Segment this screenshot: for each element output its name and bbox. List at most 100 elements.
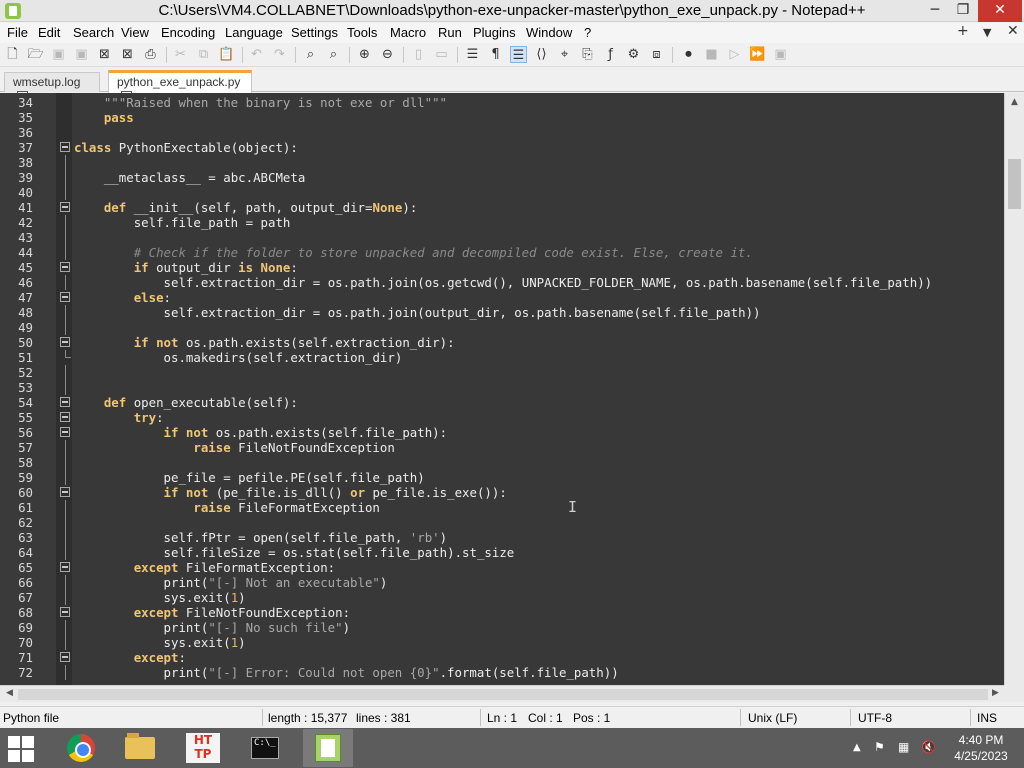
code-line[interactable]: 67 sys.exit(1) [0,590,1004,605]
system-clock[interactable]: 4:40 PM 4/25/2023 [946,732,1016,764]
code-line[interactable]: 34 """Raised when the binary is not exe … [0,95,1004,110]
fold-toggle-icon[interactable] [60,337,70,347]
copy-icon[interactable]: ⧉ [195,46,212,63]
scroll-left-icon[interactable]: ◀ [6,688,13,698]
code-line[interactable]: 37 class PythonExectable(object): [0,140,1004,155]
find-icon[interactable]: ⌕ [302,46,319,63]
scroll-right-icon[interactable]: ▶ [992,688,999,698]
vertical-scrollbar[interactable]: ▲ [1004,93,1024,685]
close-file-icon[interactable]: ⊠ [96,46,113,63]
status-eol[interactable]: Unix (LF) [748,711,797,725]
menu-window[interactable]: Window [526,25,572,40]
code-line[interactable]: 44 # Check if the folder to store unpack… [0,245,1004,260]
code-line[interactable]: 66 print("[-] Not an executable") [0,575,1004,590]
volume-muted-icon[interactable]: 🔇 [921,740,936,754]
menu-macro[interactable]: Macro [390,25,426,40]
menu-edit[interactable]: Edit [38,25,60,40]
fold-toggle-icon[interactable] [60,652,70,662]
new-file-icon[interactable]: 🗋 [4,46,21,63]
menu-language[interactable]: Language [225,25,283,40]
taskbar-command-prompt[interactable]: C:\_ [240,729,290,767]
redo-icon[interactable]: ↷ [271,46,288,63]
menu-file[interactable]: File [7,25,28,40]
code-line[interactable]: 38 [0,155,1004,170]
show-all-characters-icon[interactable]: ¶ [487,46,504,63]
zoom-out-icon[interactable]: ⊖ [379,46,396,63]
network-icon[interactable]: ▦ [898,740,909,754]
scroll-up-icon[interactable]: ▲ [1011,97,1018,107]
word-wrap-icon[interactable]: ☰ [464,46,481,63]
code-line[interactable]: 48 self.extraction_dir = os.path.join(ou… [0,305,1004,320]
code-line[interactable]: 70 sys.exit(1) [0,635,1004,650]
fold-toggle-icon[interactable] [60,142,70,152]
close-window-button[interactable]: ✕ [978,0,1022,22]
vertical-scroll-thumb[interactable] [1008,159,1021,209]
code-line[interactable]: 35 pass [0,110,1004,125]
menu-view[interactable]: View [121,25,149,40]
save-macro-icon[interactable]: ▣ [772,46,789,63]
code-line[interactable]: 64 self.fileSize = os.stat(self.file_pat… [0,545,1004,560]
code-editor[interactable]: 34 """Raised when the binary is not exe … [0,93,1004,685]
save-all-icon[interactable]: ▣ [73,46,90,63]
horizontal-scrollbar[interactable]: ◀ ▶ [0,685,1004,702]
document-list-icon[interactable]: ⎘ [579,46,596,63]
run-macro-multiple-icon[interactable]: ⏩ [749,46,766,63]
play-macro-icon[interactable]: ▷ [726,46,743,63]
fold-toggle-icon[interactable] [60,607,70,617]
menu-encoding[interactable]: Encoding [161,25,215,40]
code-line[interactable]: 71 except: [0,650,1004,665]
replace-icon[interactable]: ⌕ [325,46,342,63]
code-line[interactable]: 43 [0,230,1004,245]
horizontal-scroll-thumb[interactable] [18,689,988,700]
menu-search[interactable]: Search [73,25,114,40]
undo-icon[interactable]: ↶ [248,46,265,63]
status-encoding[interactable]: UTF-8 [858,711,892,725]
code-line[interactable]: 68 except FileNotFoundException: [0,605,1004,620]
code-line[interactable]: 57 raise FileNotFoundException [0,440,1004,455]
tab-python-exe-unpack[interactable]: python_exe_unpack.pyx [108,70,252,103]
code-line[interactable]: 63 self.fPtr = open(self.file_path, 'rb'… [0,530,1004,545]
code-line[interactable]: 61 raise FileFormatException [0,500,1004,515]
zoom-in-icon[interactable]: ⊕ [356,46,373,63]
save-icon[interactable]: ▣ [50,46,67,63]
action-center-flag-icon[interactable]: ⚑ [874,740,885,754]
code-line[interactable]: 40 [0,185,1004,200]
code-line[interactable]: 65 except FileFormatException: [0,560,1004,575]
code-line[interactable]: 55 try: [0,410,1004,425]
code-line[interactable]: 59 pe_file = pefile.PE(self.file_path) [0,470,1004,485]
monitoring-icon[interactable]: ⧈ [648,46,665,63]
print-icon[interactable]: ⎙ [142,46,159,63]
tab-wmsetup-log[interactable]: wmsetup.logx [4,72,100,103]
document-map-icon[interactable]: ⌖ [556,46,573,63]
code-line[interactable]: 58 [0,455,1004,470]
tab-list-down-icon[interactable]: ▼ [983,26,991,39]
code-line[interactable]: 51 os.makedirs(self.extraction_dir) [0,350,1004,365]
udl-icon[interactable]: ⟨⟩ [533,46,550,63]
code-line[interactable]: 52 [0,365,1004,380]
fold-toggle-icon[interactable] [60,487,70,497]
taskbar-http-tool[interactable]: HT TP [178,729,228,767]
code-line[interactable]: 56 if not os.path.exists(self.file_path)… [0,425,1004,440]
windows-start-icon[interactable] [8,736,34,762]
code-line[interactable]: 62 [0,515,1004,530]
sync-vertical-icon[interactable]: ▯ [410,46,427,63]
code-line[interactable]: 50 if not os.path.exists(self.extraction… [0,335,1004,350]
code-line[interactable]: 45 if output_dir is None: [0,260,1004,275]
sync-horizontal-icon[interactable]: ▭ [433,46,450,63]
menu-settings[interactable]: Settings [291,25,338,40]
function-list-icon[interactable]: ƒ [602,46,619,63]
tray-show-hidden-icon[interactable]: ▲ [853,742,861,753]
menu-run[interactable]: Run [438,25,462,40]
fold-toggle-icon[interactable] [60,397,70,407]
status-insert-mode[interactable]: INS [977,711,997,725]
fold-toggle-icon[interactable] [60,262,70,272]
taskbar-file-explorer[interactable] [115,729,165,767]
folder-workspace-icon[interactable]: ⚙ [625,46,642,63]
code-line[interactable]: 49 [0,320,1004,335]
indent-guide-icon[interactable]: ☰ [510,46,527,63]
code-line[interactable]: 41 def __init__(self, path, output_dir=N… [0,200,1004,215]
record-macro-icon[interactable]: ⏺ [680,46,697,63]
code-line[interactable]: 53 [0,380,1004,395]
paste-icon[interactable]: 📋 [218,46,235,63]
code-line[interactable]: 72 print("[-] Error: Could not open {0}"… [0,665,1004,680]
